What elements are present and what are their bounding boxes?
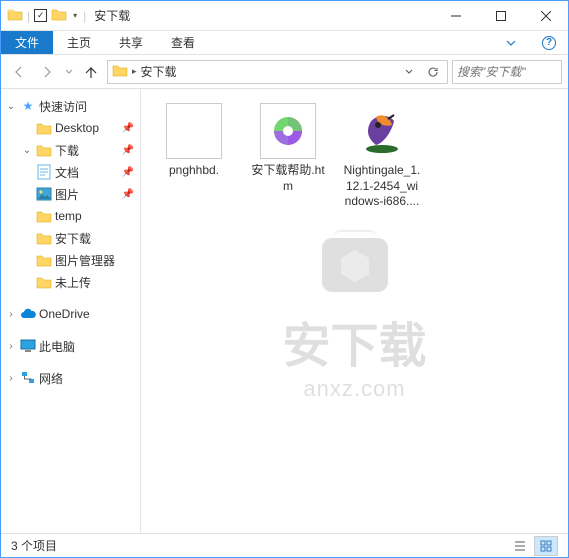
list-icon — [514, 540, 526, 552]
search-input[interactable] — [457, 65, 557, 79]
window-title: 安下载 — [86, 7, 433, 24]
ribbon-help-button[interactable]: ? — [530, 31, 568, 54]
address-dropdown-button[interactable] — [399, 67, 419, 77]
chevron-down-icon[interactable]: ⌄ — [21, 145, 33, 156]
close-button[interactable] — [523, 1, 568, 30]
watermark: 安下载 anxz.com — [282, 220, 426, 402]
minimize-icon — [451, 11, 461, 21]
file-item[interactable]: Nightingale_1.12.1-2454_windows-i686.... — [339, 99, 425, 214]
folder-icon — [35, 275, 53, 289]
content: ⌄ ★ 快速访问 Desktop 📌 ⌄ 下载 📌 文档 📌 图片 📌 — [1, 89, 568, 533]
ribbon-tab-home[interactable]: 主页 — [53, 31, 105, 54]
sidebar-onedrive[interactable]: › OneDrive — [1, 303, 140, 325]
sidebar-item-downloads[interactable]: ⌄ 下载 📌 — [1, 139, 140, 161]
sidebar-item-desktop[interactable]: Desktop 📌 — [1, 117, 140, 139]
search-box[interactable] — [452, 60, 562, 84]
ribbon-expand-button[interactable] — [492, 31, 530, 54]
sidebar: ⌄ ★ 快速访问 Desktop 📌 ⌄ 下载 📌 文档 📌 图片 📌 — [1, 89, 141, 533]
status-count: 3 个项目 — [11, 537, 57, 554]
folder-icon — [35, 209, 53, 223]
pin-icon: 📌 — [122, 145, 134, 156]
qat-properties-icon[interactable]: ✓ — [34, 9, 47, 22]
cloud-icon — [19, 308, 37, 320]
sidebar-item-anxz[interactable]: 安下载 — [1, 227, 140, 249]
nav-back-button[interactable] — [7, 60, 31, 84]
sidebar-network[interactable]: › 网络 — [1, 367, 140, 389]
pictures-icon — [35, 187, 53, 201]
folder-icon — [35, 121, 53, 135]
chevron-down-icon[interactable]: ⌄ — [5, 101, 17, 112]
navbar: ▸ 安下载 — [1, 55, 568, 89]
sidebar-item-pictures[interactable]: 图片 📌 — [1, 183, 140, 205]
sidebar-item-picmgr[interactable]: 图片管理器 — [1, 249, 140, 271]
chevron-down-icon — [65, 68, 73, 76]
ribbon-tab-share[interactable]: 共享 — [105, 31, 157, 54]
chevron-right-icon[interactable]: › — [5, 309, 17, 320]
sidebar-item-temp[interactable]: temp — [1, 205, 140, 227]
folder-icon — [7, 7, 23, 24]
blank-file-icon — [166, 103, 222, 159]
sidebar-quick-access[interactable]: ⌄ ★ 快速访问 — [1, 95, 140, 117]
nav-recent-button[interactable] — [63, 60, 75, 84]
file-item[interactable]: 安下载帮助.htm — [245, 99, 331, 214]
address-bar[interactable]: ▸ 安下载 — [107, 60, 448, 84]
help-icon: ? — [542, 36, 556, 50]
breadcrumb[interactable]: 安下载 — [141, 63, 395, 80]
folder-icon — [112, 63, 128, 80]
nav-forward-button[interactable] — [35, 60, 59, 84]
file-pane[interactable]: pnghhbd. 安下载帮助.htm — [141, 89, 568, 533]
ribbon-tab-view[interactable]: 查看 — [157, 31, 209, 54]
minimize-button[interactable] — [433, 1, 478, 30]
chevron-down-icon — [505, 37, 517, 49]
ribbon: 文件 主页 共享 查看 ? — [1, 31, 568, 55]
qat: | ✓ ▾ | — [1, 7, 86, 24]
refresh-icon — [427, 66, 439, 78]
sidebar-item-documents[interactable]: 文档 📌 — [1, 161, 140, 183]
folder-icon — [51, 7, 67, 24]
document-icon — [35, 164, 53, 180]
sidebar-item-unuploaded[interactable]: 未上传 — [1, 271, 140, 293]
titlebar: | ✓ ▾ | 安下载 — [1, 1, 568, 31]
qat-divider: | — [27, 9, 30, 23]
arrow-left-icon — [11, 64, 27, 80]
nav-up-button[interactable] — [79, 60, 103, 84]
app-file-icon — [354, 103, 410, 159]
monitor-icon — [19, 339, 37, 353]
arrow-right-icon — [39, 64, 55, 80]
statusbar: 3 个项目 — [1, 533, 568, 557]
watermark-icon — [309, 220, 399, 300]
file-item[interactable]: pnghhbd. — [151, 99, 237, 214]
network-icon — [19, 371, 37, 385]
maximize-button[interactable] — [478, 1, 523, 30]
close-icon — [541, 11, 551, 21]
chevron-down-icon — [404, 67, 414, 77]
window-controls — [433, 1, 568, 30]
arrow-up-icon — [83, 64, 99, 80]
folder-icon — [35, 143, 53, 157]
view-icons-button[interactable] — [534, 536, 558, 556]
breadcrumb-sep-icon[interactable]: ▸ — [132, 66, 137, 77]
sidebar-this-pc[interactable]: › 此电脑 — [1, 335, 140, 357]
ribbon-tab-file[interactable]: 文件 — [1, 31, 53, 54]
pin-icon: 📌 — [122, 167, 134, 178]
folder-icon — [35, 231, 53, 245]
qat-dropdown-icon[interactable]: ▾ — [71, 11, 79, 20]
pin-icon: 📌 — [122, 123, 134, 134]
view-details-button[interactable] — [508, 536, 532, 556]
chevron-right-icon[interactable]: › — [5, 373, 17, 384]
pin-icon: 📌 — [122, 189, 134, 200]
html-file-icon — [260, 103, 316, 159]
refresh-button[interactable] — [423, 66, 443, 78]
maximize-icon — [496, 11, 506, 21]
chevron-right-icon[interactable]: › — [5, 341, 17, 352]
star-icon: ★ — [19, 99, 37, 113]
grid-icon — [540, 540, 552, 552]
folder-icon — [35, 253, 53, 267]
